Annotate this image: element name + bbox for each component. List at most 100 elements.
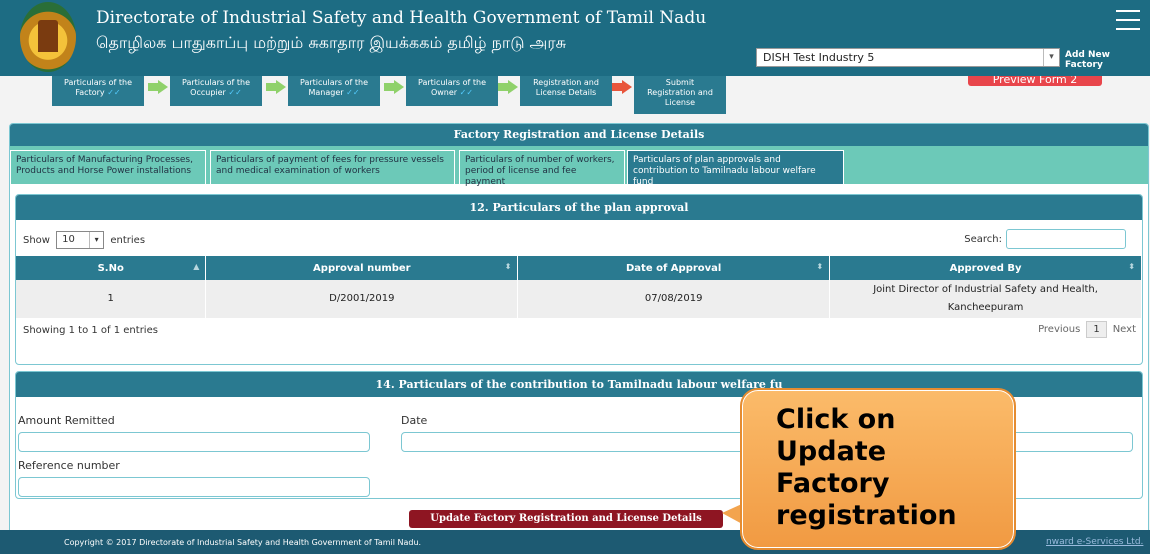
callout-line: Factory bbox=[776, 468, 890, 499]
step-occupier[interactable]: Particulars of the Occupier ✓✓ bbox=[170, 76, 262, 106]
sort-icon: ▲ bbox=[193, 262, 200, 271]
page-title-tamil: தொழிலக பாதுகாப்பு மற்றும் சுகாதார இயக்கக… bbox=[96, 33, 567, 52]
step-line1: Particulars of the bbox=[182, 78, 250, 87]
step-manager[interactable]: Particulars of the Manager ✓✓ bbox=[288, 76, 380, 106]
tab-manufacturing-processes[interactable]: Particulars of Manufacturing Processes, … bbox=[10, 150, 206, 184]
step-line1: Particulars of the bbox=[64, 78, 132, 87]
column-header-approved-by[interactable]: Approved By ⬍ bbox=[829, 256, 1142, 280]
page-1-button[interactable]: 1 bbox=[1086, 321, 1107, 338]
entries-length-control: Show 10 ▾ entries bbox=[23, 231, 145, 249]
double-check-icon: ✓✓ bbox=[459, 88, 474, 97]
factory-select-value: DISH Test Industry 5 bbox=[763, 51, 875, 64]
step-line3: License bbox=[664, 98, 696, 107]
tab-line2: and medical examination of workers bbox=[216, 166, 380, 176]
column-label: Approval number bbox=[313, 262, 411, 274]
step-line1: Submit bbox=[665, 78, 695, 87]
amount-remitted-input[interactable] bbox=[18, 432, 370, 452]
step-line2: Manager bbox=[308, 88, 344, 97]
step-line2: License Details bbox=[535, 88, 597, 97]
search-label: Search: bbox=[964, 234, 1002, 245]
cell-approval-number: D/2001/2019 bbox=[205, 280, 519, 318]
step-line1: Particulars of the bbox=[418, 78, 486, 87]
cell-approved-by: Joint Director of Industrial Safety and … bbox=[829, 280, 1142, 318]
tab-number-of-workers[interactable]: Particulars of number of workers, period… bbox=[459, 150, 625, 187]
arrow-right-icon bbox=[148, 80, 168, 94]
arrow-right-icon bbox=[384, 80, 404, 94]
show-label: Show bbox=[23, 235, 50, 246]
table-info: Showing 1 to 1 of 1 entries bbox=[23, 325, 158, 336]
double-check-icon: ✓✓ bbox=[228, 88, 242, 97]
arrow-right-icon bbox=[498, 80, 518, 94]
update-registration-button[interactable]: Update Factory Registration and License … bbox=[409, 510, 723, 528]
add-new-factory-link[interactable]: Add New Factory bbox=[1065, 50, 1150, 70]
arrow-right-icon bbox=[266, 80, 286, 94]
column-label: Date of Approval bbox=[626, 262, 722, 274]
plan-approval-section: 12. Particulars of the plan approval Sho… bbox=[15, 194, 1143, 365]
date-label: Date bbox=[401, 414, 428, 427]
next-page-button[interactable]: Next bbox=[1113, 324, 1136, 335]
step-owner[interactable]: Particulars of the Owner ✓✓ bbox=[406, 76, 498, 106]
tab-line1: Particulars of Manufacturing Processes, bbox=[16, 155, 193, 165]
cell-sno: 1 bbox=[16, 280, 207, 318]
header-bar: Directorate of Industrial Safety and Hea… bbox=[0, 0, 1150, 76]
tab-plan-approvals[interactable]: Particulars of plan approvals and contri… bbox=[627, 150, 844, 187]
double-check-icon: ✓✓ bbox=[346, 88, 360, 97]
copyright-text: Copyright © 2017 Directorate of Industri… bbox=[64, 538, 422, 547]
government-emblem-icon bbox=[20, 2, 76, 72]
approved-by-line1: Joint Director of Industrial Safety and … bbox=[873, 284, 1098, 295]
previous-page-button[interactable]: Previous bbox=[1038, 324, 1080, 335]
plan-approval-title: 12. Particulars of the plan approval bbox=[16, 195, 1142, 220]
approved-by-line2: Kancheepuram bbox=[947, 302, 1024, 313]
sort-icon: ⬍ bbox=[816, 262, 824, 271]
entries-select-value: 10 bbox=[62, 234, 75, 245]
step-line2: Occupier bbox=[190, 88, 226, 97]
tutorial-callout: Click on Update Factory registration bbox=[740, 388, 1016, 550]
plan-approval-table: S.No ▲ Approval number ⬍ Date of Approval ⬍… bbox=[16, 256, 1142, 318]
column-label: S.No bbox=[97, 262, 124, 274]
callout-text: Click on Update Factory registration bbox=[776, 404, 957, 532]
chevron-down-icon: ▾ bbox=[89, 232, 103, 248]
table-search: Search: bbox=[964, 229, 1126, 249]
chevron-down-icon: ▾ bbox=[1043, 49, 1059, 66]
preview-form-button[interactable]: Preview Form 2 bbox=[968, 76, 1102, 86]
callout-line: Click on bbox=[776, 404, 896, 435]
callout-line: registration bbox=[776, 500, 957, 531]
arrow-right-icon bbox=[612, 80, 632, 94]
tab-line2: period of license and fee payment bbox=[465, 166, 577, 187]
step-factory[interactable]: Particulars of the Factory ✓✓ bbox=[52, 76, 144, 106]
developer-credit-link[interactable]: nward e-Services Ltd. bbox=[1046, 537, 1143, 547]
registration-steps: Particulars of the Factory ✓✓ Particular… bbox=[0, 76, 1150, 120]
tab-line1: Particulars of payment of fees for press… bbox=[216, 155, 444, 165]
panel-title: Factory Registration and License Details bbox=[10, 124, 1148, 146]
tab-line1: Particulars of plan approvals and bbox=[633, 155, 781, 165]
step-line2: Registration and bbox=[647, 88, 713, 97]
tab-line1: Particulars of number of workers, bbox=[465, 155, 615, 165]
step-line2: Owner bbox=[430, 88, 458, 97]
sort-icon: ⬍ bbox=[504, 262, 512, 271]
double-check-icon: ✓✓ bbox=[107, 88, 121, 97]
step-registration-license[interactable]: Registration and License Details bbox=[520, 76, 612, 106]
entries-select[interactable]: 10 ▾ bbox=[56, 231, 105, 249]
reference-number-label: Reference number bbox=[18, 459, 120, 472]
tab-fees-pressure-vessels[interactable]: Particulars of payment of fees for press… bbox=[210, 150, 455, 184]
cell-date: 07/08/2019 bbox=[517, 280, 831, 318]
column-header-date[interactable]: Date of Approval ⬍ bbox=[517, 256, 831, 280]
tab-bar: Particulars of Manufacturing Processes, … bbox=[10, 146, 1148, 187]
pagination: Previous 1 Next bbox=[1038, 321, 1136, 338]
amount-remitted-label: Amount Remitted bbox=[18, 414, 115, 427]
step-submit[interactable]: Submit Registration and License bbox=[634, 76, 726, 114]
step-line2: Factory bbox=[75, 88, 105, 97]
column-header-approval-number[interactable]: Approval number ⬍ bbox=[205, 256, 519, 280]
search-input[interactable] bbox=[1006, 229, 1126, 249]
factory-select[interactable]: DISH Test Industry 5 ▾ bbox=[756, 48, 1060, 67]
tab-line2: Products and Horse Power installations bbox=[16, 166, 192, 176]
column-label: Approved By bbox=[949, 262, 1022, 274]
tab-line2: contribution to Tamilnadu labour welfare… bbox=[633, 166, 816, 187]
reference-number-input[interactable] bbox=[18, 477, 370, 497]
entries-label: entries bbox=[110, 235, 146, 246]
sort-icon: ⬍ bbox=[1128, 262, 1135, 271]
page-title-english: Directorate of Industrial Safety and Hea… bbox=[96, 8, 707, 28]
column-header-sno[interactable]: S.No ▲ bbox=[16, 256, 207, 280]
table-row: 1 D/2001/2019 07/08/2019 Joint Director … bbox=[16, 280, 1142, 318]
hamburger-menu-icon[interactable] bbox=[1116, 10, 1140, 32]
